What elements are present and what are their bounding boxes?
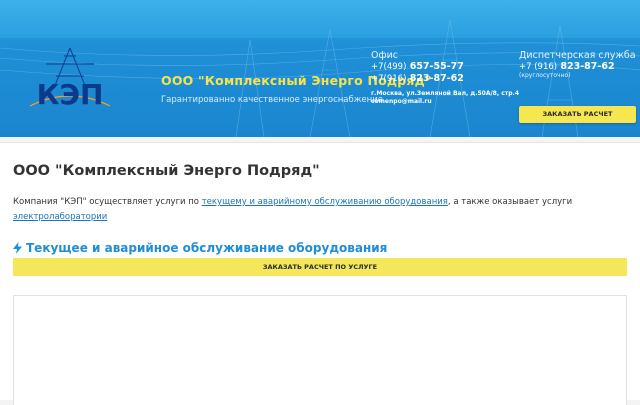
dispatch-contacts: Диспетчерская служба +7 (916) 823-87-62 …: [519, 50, 636, 79]
content-embed-frame: [13, 295, 627, 405]
order-service-calculation-button[interactable]: ЗАКАЗАТЬ РАСЧЕТ ПО УСЛУГЕ: [13, 258, 627, 276]
intro-paragraph: Компания "КЭП" осуществляет услуги по те…: [13, 195, 613, 225]
section-heading: Текущее и аварийное обслуживание оборудо…: [13, 241, 387, 255]
dispatch-phone-number: 823-87-62: [560, 61, 615, 72]
office-label: Офис: [371, 50, 398, 61]
dispatch-note: (круглосуточно): [519, 72, 571, 79]
office-phone-1-number: 657-55-77: [409, 61, 464, 72]
office-contacts: Офис +7(499) 657-55-77 +7(916) 823-87-62…: [371, 50, 519, 105]
office-phone-1-prefix: +7(499): [371, 62, 407, 72]
office-phone-2-number: 823-87-62: [409, 73, 464, 84]
office-phone-2-prefix: +7(916): [371, 74, 407, 84]
dispatch-phone[interactable]: +7 (916) 823-87-62: [519, 61, 636, 72]
dispatch-label: Диспетчерская служба: [519, 50, 636, 61]
intro-text-middle: , а также оказывает услуги: [447, 197, 573, 207]
dispatch-phone-prefix: +7 (916): [519, 62, 558, 72]
office-address: г.Москва, ул.Земляной Вал, д.50А/8, стр.…: [371, 90, 519, 97]
office-phone-2[interactable]: +7(916) 823-87-62: [371, 73, 519, 85]
intro-text-prefix: Компания "КЭП" осуществляет услуги по: [13, 197, 202, 207]
electrolab-link[interactable]: электролаборатории: [13, 212, 107, 222]
office-phone-1[interactable]: +7(499) 657-55-77: [371, 61, 519, 73]
kep-logo[interactable]: КЭП: [26, 46, 114, 118]
order-calculation-button[interactable]: ЗАКАЗАТЬ РАСЧЕТ: [519, 106, 636, 123]
logo-text: КЭП: [37, 78, 104, 111]
site-header: КЭП ООО "Комплексный Энерго Подряд" Гара…: [0, 0, 640, 137]
section-heading-text: Текущее и аварийное обслуживание оборудо…: [26, 241, 388, 255]
page-title: ООО "Комплексный Энерго Подряд": [13, 163, 320, 179]
office-email[interactable]: comenpo@mail.ru: [371, 98, 519, 105]
maintenance-link[interactable]: текущему и аварийному обслуживанию обору…: [202, 197, 448, 207]
main-content: ООО "Комплексный Энерго Подряд" Компания…: [0, 142, 640, 405]
company-tagline: Гарантированно качественное энергоснабже…: [161, 95, 383, 105]
lightning-bolt-icon: [13, 242, 22, 254]
